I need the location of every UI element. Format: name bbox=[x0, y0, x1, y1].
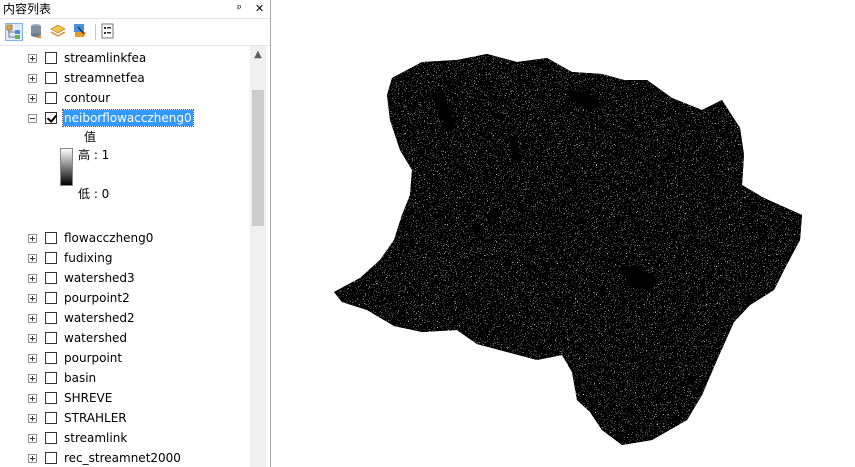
options-icon bbox=[101, 23, 114, 39]
expand-icon[interactable] bbox=[28, 334, 37, 343]
expand-icon[interactable] bbox=[28, 454, 37, 463]
layer-visibility-checkbox[interactable] bbox=[45, 292, 57, 304]
layer-row-selected[interactable]: neiborflowacczheng0 bbox=[0, 108, 250, 128]
layer-visibility-checkbox[interactable] bbox=[45, 92, 57, 104]
flow-accumulation-raster bbox=[334, 54, 802, 445]
layer-row[interactable]: flowacczheng0 bbox=[0, 228, 250, 248]
list-by-selection-icon bbox=[74, 24, 86, 37]
layer-visibility-checkbox[interactable] bbox=[45, 412, 57, 424]
layer-visibility-checkbox[interactable] bbox=[45, 312, 57, 324]
layer-row[interactable]: fudixing bbox=[0, 248, 250, 268]
layer-row[interactable]: streamlink bbox=[0, 428, 250, 448]
layer-visibility-checkbox[interactable] bbox=[45, 332, 57, 344]
list-by-drawing-order-icon bbox=[6, 24, 20, 39]
layer-row[interactable]: watershed2 bbox=[0, 308, 250, 328]
layer-visibility-checkbox[interactable] bbox=[45, 232, 57, 244]
layer-visibility-checkbox[interactable] bbox=[45, 52, 57, 64]
layer-row[interactable]: streamnetfea bbox=[0, 68, 250, 88]
toc-scrollbar[interactable]: ▲ bbox=[250, 46, 266, 467]
layer-row[interactable]: pourpoint bbox=[0, 348, 250, 368]
layer-row[interactable]: watershed3 bbox=[0, 268, 250, 288]
layer-visibility-checkbox[interactable] bbox=[45, 452, 57, 464]
toc-toolbar bbox=[0, 19, 270, 46]
pin-icon[interactable]: ᵖ bbox=[237, 0, 242, 18]
map-view[interactable] bbox=[272, 0, 855, 467]
legend-low-label: 低 : 0 bbox=[78, 187, 110, 201]
layer-visibility-checkbox[interactable] bbox=[45, 272, 57, 284]
layer-row[interactable]: STRAHLER bbox=[0, 408, 250, 428]
expand-icon[interactable] bbox=[28, 94, 37, 103]
layer-label[interactable]: streamnetfea bbox=[63, 70, 146, 86]
layer-label[interactable]: neiborflowacczheng0 bbox=[62, 109, 194, 127]
layer-visibility-checkbox[interactable] bbox=[45, 432, 57, 444]
collapse-icon[interactable] bbox=[28, 114, 37, 123]
expand-icon[interactable] bbox=[28, 54, 37, 63]
expand-icon[interactable] bbox=[28, 234, 37, 243]
layer-visibility-checkbox[interactable] bbox=[45, 392, 57, 404]
expand-icon[interactable] bbox=[28, 274, 37, 283]
layer-visibility-checkbox[interactable] bbox=[45, 352, 57, 364]
layer-list: streamlinkfea streamnetfea contour neibo… bbox=[0, 46, 250, 467]
expand-icon[interactable] bbox=[28, 254, 37, 263]
layer-row[interactable]: pourpoint2 bbox=[0, 288, 250, 308]
expand-icon[interactable] bbox=[28, 74, 37, 83]
expand-icon[interactable] bbox=[28, 394, 37, 403]
layer-label[interactable]: watershed2 bbox=[63, 310, 136, 326]
expand-icon[interactable] bbox=[28, 414, 37, 423]
toolbar-separator bbox=[95, 24, 96, 40]
list-by-drawing-order-button[interactable] bbox=[5, 23, 23, 41]
layer-row[interactable]: contour bbox=[0, 88, 250, 108]
expand-icon[interactable] bbox=[28, 314, 37, 323]
layer-label[interactable]: flowacczheng0 bbox=[63, 230, 154, 246]
layer-row[interactable]: rec_streamnet2000 bbox=[0, 448, 250, 467]
layer-label[interactable]: fudixing bbox=[63, 250, 113, 266]
layer-row[interactable]: basin bbox=[0, 368, 250, 388]
options-button[interactable] bbox=[100, 23, 118, 41]
layer-label[interactable]: streamlink bbox=[63, 430, 128, 446]
layer-label[interactable]: pourpoint bbox=[63, 350, 123, 366]
layer-row[interactable]: streamlinkfea bbox=[0, 48, 250, 68]
scroll-up-arrow-icon[interactable]: ▲ bbox=[250, 46, 266, 63]
layer-visibility-checkbox[interactable] bbox=[45, 372, 57, 384]
legend-color-ramp[interactable] bbox=[60, 148, 73, 186]
toc-title-bar: 内容列表 ᵖ ✕ bbox=[0, 0, 270, 19]
layer-label[interactable]: rec_streamnet2000 bbox=[63, 450, 182, 466]
layer-label[interactable]: watershed bbox=[63, 330, 128, 346]
layer-row[interactable]: SHREVE bbox=[0, 388, 250, 408]
table-of-contents-panel: 内容列表 ᵖ ✕ streamlinkfea streamnetfea cont… bbox=[0, 0, 271, 467]
list-by-selection-button[interactable] bbox=[72, 23, 90, 41]
expand-icon[interactable] bbox=[28, 434, 37, 443]
close-icon[interactable]: ✕ bbox=[255, 0, 264, 18]
list-by-visibility-icon bbox=[50, 24, 66, 37]
layer-label[interactable]: STRAHLER bbox=[63, 410, 128, 426]
expand-icon[interactable] bbox=[28, 294, 37, 303]
list-by-visibility-button[interactable] bbox=[50, 23, 68, 41]
layer-label[interactable]: streamlinkfea bbox=[63, 50, 147, 66]
layer-label[interactable]: SHREVE bbox=[63, 390, 113, 406]
toc-title: 内容列表 bbox=[3, 2, 52, 16]
list-by-source-icon bbox=[31, 24, 42, 38]
layer-label[interactable]: watershed3 bbox=[63, 270, 136, 286]
list-by-source-button[interactable] bbox=[28, 23, 46, 41]
layer-row[interactable]: watershed bbox=[0, 328, 250, 348]
expand-icon[interactable] bbox=[28, 374, 37, 383]
layer-label[interactable]: pourpoint2 bbox=[63, 290, 131, 306]
layer-label[interactable]: contour bbox=[63, 90, 111, 106]
layer-visibility-checkbox[interactable] bbox=[45, 72, 57, 84]
raster-map bbox=[334, 54, 802, 445]
layer-visibility-checkbox[interactable] bbox=[45, 252, 57, 264]
scroll-thumb[interactable] bbox=[252, 90, 264, 226]
legend-high-label: 高 : 1 bbox=[78, 148, 110, 162]
layer-visibility-checkbox[interactable] bbox=[45, 112, 57, 124]
layer-label[interactable]: basin bbox=[63, 370, 97, 386]
expand-icon[interactable] bbox=[28, 354, 37, 363]
legend-field-label: 值 bbox=[84, 130, 97, 144]
